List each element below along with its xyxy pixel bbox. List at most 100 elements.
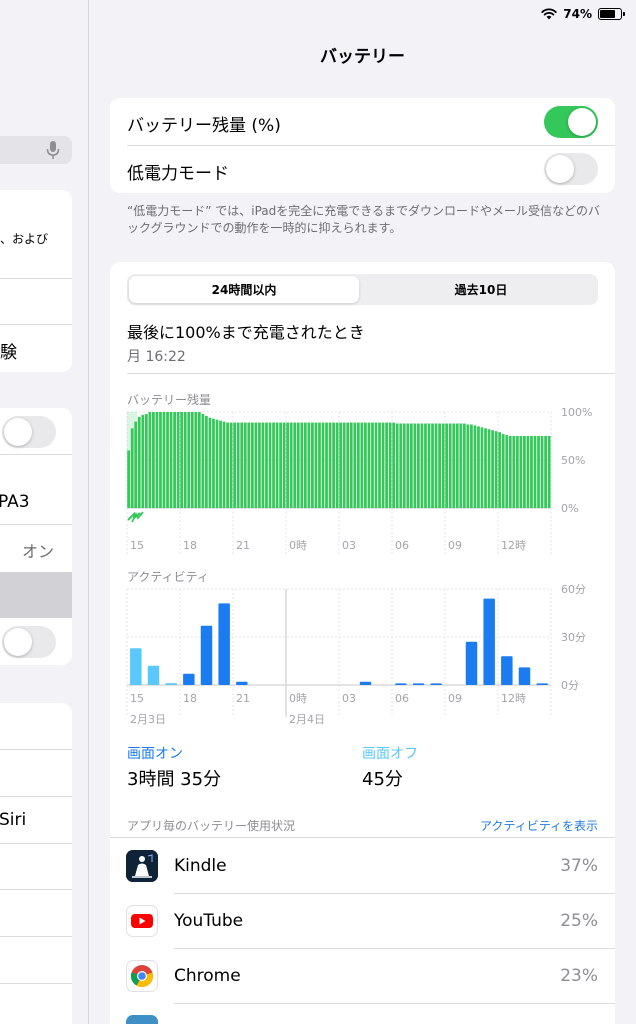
battery-bar bbox=[187, 412, 191, 508]
x-tick-label: 21 bbox=[236, 539, 250, 552]
sidebar-row-text[interactable]: Siri bbox=[0, 810, 26, 830]
activity-bar bbox=[501, 656, 513, 685]
y-tick-label: 30分 bbox=[561, 631, 586, 644]
sidebar-row-text[interactable]: 験 bbox=[0, 338, 17, 363]
battery-bar bbox=[540, 436, 544, 508]
battery-bar bbox=[378, 422, 381, 508]
battery-bar bbox=[494, 431, 498, 508]
app-row-next[interactable] bbox=[110, 1004, 615, 1024]
battery-bar bbox=[247, 422, 251, 508]
battery-bar bbox=[250, 422, 254, 508]
sidebar-toggle[interactable] bbox=[2, 626, 56, 658]
sidebar-card-general: Siri bbox=[0, 703, 72, 1024]
last-charged-time: 月 16:22 bbox=[127, 349, 186, 365]
battery-bar bbox=[275, 422, 279, 508]
battery-bar bbox=[459, 423, 463, 508]
sidebar-row-text[interactable]: PA3 bbox=[0, 492, 30, 512]
battery-bar bbox=[328, 422, 332, 508]
screen-on-value: 3時間 35分 bbox=[127, 769, 222, 790]
battery-bar bbox=[233, 422, 237, 508]
battery-bar bbox=[144, 413, 148, 508]
battery-bar bbox=[215, 419, 219, 508]
activity-bar bbox=[430, 683, 442, 685]
battery-bar bbox=[268, 422, 272, 508]
battery-bar bbox=[258, 422, 261, 508]
battery-icon bbox=[598, 8, 625, 20]
battery-settings-card: バッテリー残量 (%) 低電力モード bbox=[110, 98, 615, 193]
tab-24-hours[interactable]: 24時間以内 bbox=[129, 276, 359, 303]
battery-percentage-toggle[interactable] bbox=[544, 106, 598, 138]
battery-bar bbox=[470, 424, 473, 508]
battery-bar bbox=[127, 450, 131, 508]
y-tick-label: 0% bbox=[561, 502, 578, 515]
app-row-kindle[interactable]: Kindle 37% bbox=[110, 839, 615, 894]
x-tick-label: 12時 bbox=[501, 539, 526, 552]
app-percent: 37% bbox=[560, 856, 598, 876]
low-power-footnote: “低電力モード” では、iPadを完全に充電できるまでダウンロードやメール受信な… bbox=[127, 204, 601, 235]
battery-bar bbox=[279, 422, 282, 508]
battery-bar bbox=[183, 412, 187, 508]
app-usage-header: アプリ毎のバッテリー使用状況 bbox=[127, 819, 296, 833]
tab-10-days[interactable]: 過去10日 bbox=[366, 276, 596, 303]
x-tick-label: 03 bbox=[342, 539, 356, 552]
sidebar-row-text[interactable]: オン bbox=[22, 538, 54, 562]
battery-bar bbox=[286, 422, 290, 508]
battery-bar bbox=[434, 423, 438, 508]
battery-bar bbox=[307, 422, 311, 508]
battery-bar bbox=[360, 422, 364, 508]
battery-bar bbox=[137, 416, 141, 508]
battery-bar bbox=[417, 423, 420, 508]
battery-bar bbox=[229, 422, 233, 508]
battery-bar bbox=[180, 412, 184, 508]
battery-bar bbox=[484, 428, 487, 508]
battery-percentage-label: バッテリー残量 (%) bbox=[127, 116, 281, 136]
sidebar-card-account: 、および 験 bbox=[0, 190, 72, 372]
app-percent: 25% bbox=[560, 911, 598, 931]
battery-bar bbox=[438, 423, 441, 508]
youtube-icon bbox=[126, 905, 158, 937]
battery-bar bbox=[272, 422, 275, 508]
battery-bar bbox=[424, 423, 427, 508]
battery-bar bbox=[346, 422, 350, 508]
x-tick-label: 15 bbox=[130, 692, 144, 705]
battery-bar bbox=[364, 422, 367, 508]
sidebar-search-field[interactable] bbox=[0, 136, 72, 164]
battery-bar bbox=[515, 436, 519, 508]
app-percent: 23% bbox=[560, 966, 598, 986]
battery-bar bbox=[477, 426, 480, 508]
activity-bar bbox=[465, 641, 478, 685]
sidebar-selected-row[interactable] bbox=[0, 572, 72, 618]
sidebar-toggle[interactable] bbox=[2, 416, 56, 448]
app-row-youtube[interactable]: YouTube 25% bbox=[110, 894, 615, 949]
battery-bar bbox=[226, 422, 229, 508]
battery-bar bbox=[487, 429, 491, 508]
activity-bar bbox=[518, 667, 531, 685]
app-icon bbox=[126, 1015, 158, 1024]
battery-bar bbox=[462, 423, 466, 508]
battery-bar bbox=[420, 423, 424, 508]
battery-usage-card: 24時間以内 過去10日 最後に100%まで充電されたとき 月 16:22 バッ… bbox=[110, 262, 615, 1024]
y-tick-label: 60分 bbox=[561, 583, 586, 596]
sidebar-row-text[interactable]: 、および bbox=[0, 230, 48, 247]
activity-chart: 60分 30分 0分 15 18 21 0時 03 06 09 12時 2月3日 2月4日 bbox=[126, 583, 586, 726]
battery-bar bbox=[356, 422, 360, 508]
battery-bar bbox=[325, 422, 328, 508]
battery-bar bbox=[448, 423, 452, 508]
battery-bar bbox=[205, 415, 208, 508]
battery-bar bbox=[166, 412, 169, 508]
battery-bar bbox=[289, 422, 293, 508]
x-tick-label: 09 bbox=[448, 692, 462, 705]
activity-bar bbox=[218, 603, 230, 685]
battery-bar bbox=[385, 422, 388, 508]
battery-bar bbox=[473, 425, 477, 508]
battery-bar bbox=[321, 422, 325, 508]
app-row-chrome[interactable]: Chrome 23% bbox=[110, 949, 615, 1004]
low-power-mode-toggle[interactable] bbox=[544, 153, 598, 185]
date-label: 2月4日 bbox=[289, 713, 325, 726]
microphone-icon[interactable] bbox=[46, 140, 60, 160]
x-tick-label: 0時 bbox=[289, 692, 307, 705]
battery-bar bbox=[523, 436, 526, 508]
show-activity-link[interactable]: アクティビティを表示 bbox=[480, 817, 598, 834]
battery-bar bbox=[395, 423, 399, 508]
battery-bar bbox=[381, 422, 385, 508]
